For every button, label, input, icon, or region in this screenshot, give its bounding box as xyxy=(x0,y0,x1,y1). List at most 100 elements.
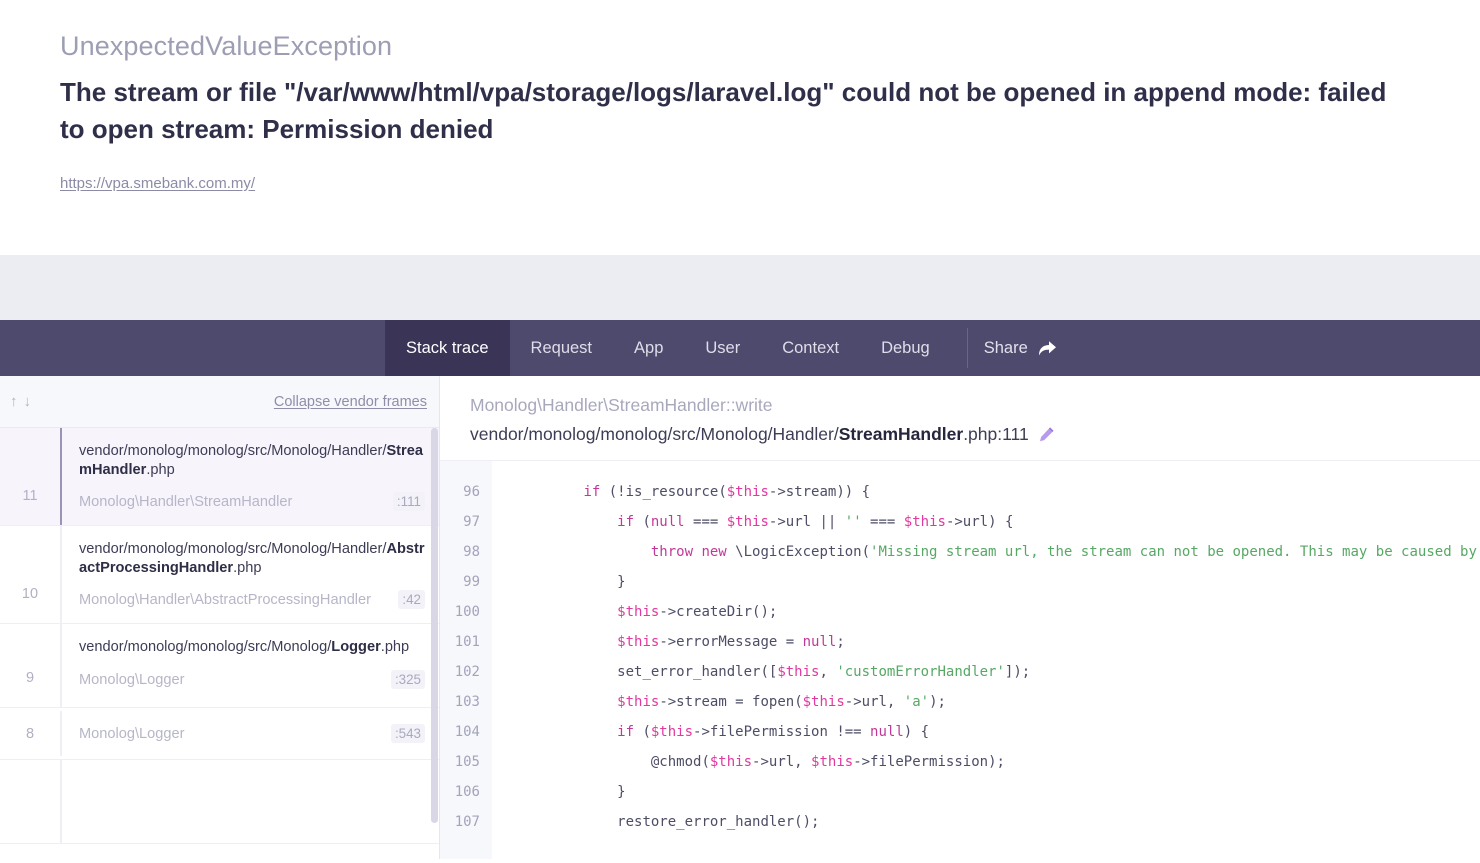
tab-label: Stack trace xyxy=(406,338,489,357)
code-line: if (!is_resource($this->stream)) { xyxy=(583,483,871,500)
stack-frame-11[interactable]: 11 vendor/monolog/monolog/src/Monolog/Ha… xyxy=(0,428,439,527)
stack-frame-9[interactable]: 9 vendor/monolog/monolog/src/Monolog/Log… xyxy=(0,624,439,709)
frame-class-row: Monolog\Handler\StreamHandler :111 xyxy=(79,492,425,512)
frame-class-name: Monolog\Handler\AbstractProcessingHandle… xyxy=(79,592,372,609)
sidebar-scrollbar-thumb[interactable] xyxy=(431,428,438,823)
arrow-down-icon[interactable]: ↓ xyxy=(24,394,32,409)
code-line-number: 97 xyxy=(463,513,480,530)
frame-body xyxy=(60,760,439,844)
code-line: @chmod($this->url, $this->filePermission… xyxy=(650,753,1005,770)
tab-debug[interactable]: Debug xyxy=(860,320,951,376)
code-line-number: 107 xyxy=(454,813,480,830)
frame-line-number: :325 xyxy=(390,669,425,689)
nav-divider xyxy=(966,328,968,368)
code-line: $this->errorMessage = null; xyxy=(617,633,845,650)
code-line: set_error_handler([$this, 'customErrorHa… xyxy=(617,663,1031,680)
frame-number: 9 xyxy=(25,670,35,687)
frame-list: 11 vendor/monolog/monolog/src/Monolog/Ha… xyxy=(0,428,439,859)
path-prefix: vendor/monolog/monolog/src/Monolog/Handl… xyxy=(470,423,839,444)
code-header: Monolog\Handler\StreamHandler::write ven… xyxy=(440,376,1480,460)
code-line-number: 100 xyxy=(454,603,480,620)
exception-url-link[interactable]: https://vpa.smebank.com.my/ xyxy=(60,175,255,192)
code-line: } xyxy=(516,783,626,800)
path-file: StreamHandler xyxy=(838,423,964,444)
stack-frame-8[interactable]: 8 Monolog\Logger :543 xyxy=(0,708,439,761)
body-split: ↑ ↓ Collapse vendor frames 11 vendor/mon… xyxy=(0,376,1480,859)
frame-body: Monolog\Logger :543 xyxy=(60,711,439,757)
share-button[interactable]: Share xyxy=(984,320,1077,376)
tab-label: Context xyxy=(782,338,840,357)
code-line: $this->stream = fopen($this->url, 'a'); xyxy=(617,693,946,710)
tab-label: App xyxy=(634,338,664,357)
share-arrow-icon xyxy=(1038,340,1057,357)
stack-trace-sidebar: ↑ ↓ Collapse vendor frames 11 vendor/mon… xyxy=(0,376,440,859)
path-suffix: .php:111 xyxy=(963,423,1029,444)
tab-context[interactable]: Context xyxy=(761,320,860,376)
frame-class-row: Monolog\Logger :325 xyxy=(79,669,425,689)
frame-body: vendor/monolog/monolog/src/Monolog/Logge… xyxy=(60,624,439,708)
frame-number: 11 xyxy=(22,488,38,505)
code-line: throw new \LogicException('Missing strea… xyxy=(650,543,1480,560)
sidebar-toolbar: ↑ ↓ Collapse vendor frames xyxy=(0,376,439,428)
code-header-class: Monolog\Handler\StreamHandler::write xyxy=(470,395,773,415)
frame-class-name: Monolog\Logger xyxy=(79,671,185,688)
sidebar-scrollbar[interactable] xyxy=(431,428,438,859)
tab-request[interactable]: Request xyxy=(510,320,613,376)
tab-label: Request xyxy=(530,338,593,357)
frame-file-path: vendor/monolog/monolog/src/Monolog/Handl… xyxy=(79,442,425,479)
pencil-icon[interactable] xyxy=(1038,426,1055,443)
arrow-up-icon[interactable]: ↑ xyxy=(10,394,18,409)
tab-stack-trace[interactable]: Stack trace xyxy=(385,320,510,376)
code-header-path-text: vendor/monolog/monolog/src/Monolog/Handl… xyxy=(470,423,1029,446)
tab-label: Debug xyxy=(881,338,930,357)
frame-class-row: Monolog\Handler\AbstractProcessingHandle… xyxy=(79,590,425,610)
frame-file-prefix: vendor/monolog/monolog/src/Monolog/Handl… xyxy=(79,541,387,558)
stack-frame-next[interactable] xyxy=(0,760,439,845)
frame-file-path: vendor/monolog/monolog/src/Monolog/Logge… xyxy=(79,638,425,657)
frame-line-number: :111 xyxy=(392,492,425,512)
frame-body: vendor/monolog/monolog/src/Monolog/Handl… xyxy=(60,428,439,526)
code-panel: Monolog\Handler\StreamHandler::write ven… xyxy=(440,376,1480,859)
code-line-number: 99 xyxy=(463,573,480,590)
code-lines[interactable]: if (!is_resource($this->stream)) { if (n… xyxy=(492,461,1480,860)
code-line: if (null === $this->url || '' === $this-… xyxy=(617,513,1014,530)
frame-class-name: Monolog\Logger xyxy=(79,726,185,743)
frame-line-number: :42 xyxy=(398,590,425,610)
frame-class-name: Monolog\Handler\StreamHandler xyxy=(79,494,293,511)
frame-file-prefix: vendor/monolog/monolog/src/Monolog/ xyxy=(79,639,332,656)
tab-user[interactable]: User xyxy=(684,320,761,376)
code-line-number: 106 xyxy=(454,783,480,800)
exception-class: UnexpectedValueException xyxy=(60,31,393,61)
stack-frame-10[interactable]: 10 vendor/monolog/monolog/src/Monolog/Ha… xyxy=(0,526,439,625)
code-line-number: 103 xyxy=(454,693,480,710)
code-line-number: 105 xyxy=(454,753,480,770)
code-gutter: 96 97 98 99 100 101 102 103 104 105 106 107 xyxy=(440,460,492,859)
header-spacer-band xyxy=(0,255,1480,320)
code-header-path: vendor/monolog/monolog/src/Monolog/Handl… xyxy=(470,423,1480,446)
frame-number: 10 xyxy=(21,586,39,603)
code-line-number: 104 xyxy=(454,723,480,740)
collapse-vendor-frames-link[interactable]: Collapse vendor frames xyxy=(274,394,427,410)
frame-file-ext: .php xyxy=(233,559,262,576)
frame-line-number: :543 xyxy=(390,724,425,744)
tab-label: User xyxy=(705,338,741,357)
frame-class-row: Monolog\Logger :543 xyxy=(79,724,425,744)
code-line-number: 98 xyxy=(463,543,480,560)
sort-arrows: ↑ ↓ xyxy=(10,394,31,409)
tab-app[interactable]: App xyxy=(613,320,684,376)
code-line-number: 102 xyxy=(454,663,480,680)
frame-file-name: Logger xyxy=(331,639,381,656)
code-line: restore_error_handler(); xyxy=(617,813,820,830)
frame-number xyxy=(0,760,60,843)
code-line-number: 96 xyxy=(463,483,480,500)
exception-message: The stream or file "/var/www/html/vpa/st… xyxy=(60,76,1387,144)
frame-file-ext: .php xyxy=(146,461,175,478)
frame-file-ext: .php xyxy=(380,639,410,656)
code-area: 96 97 98 99 100 101 102 103 104 105 106 107 if (!is… xyxy=(440,459,1480,860)
frame-file-prefix: vendor/monolog/monolog/src/Monolog/Handl… xyxy=(79,443,387,459)
code-line-number: 101 xyxy=(454,633,480,650)
code-line: } xyxy=(516,573,626,590)
code-line: $this->createDir(); xyxy=(617,603,778,620)
share-label: Share xyxy=(983,338,1028,357)
frame-body: vendor/monolog/monolog/src/Monolog/Handl… xyxy=(60,526,439,624)
